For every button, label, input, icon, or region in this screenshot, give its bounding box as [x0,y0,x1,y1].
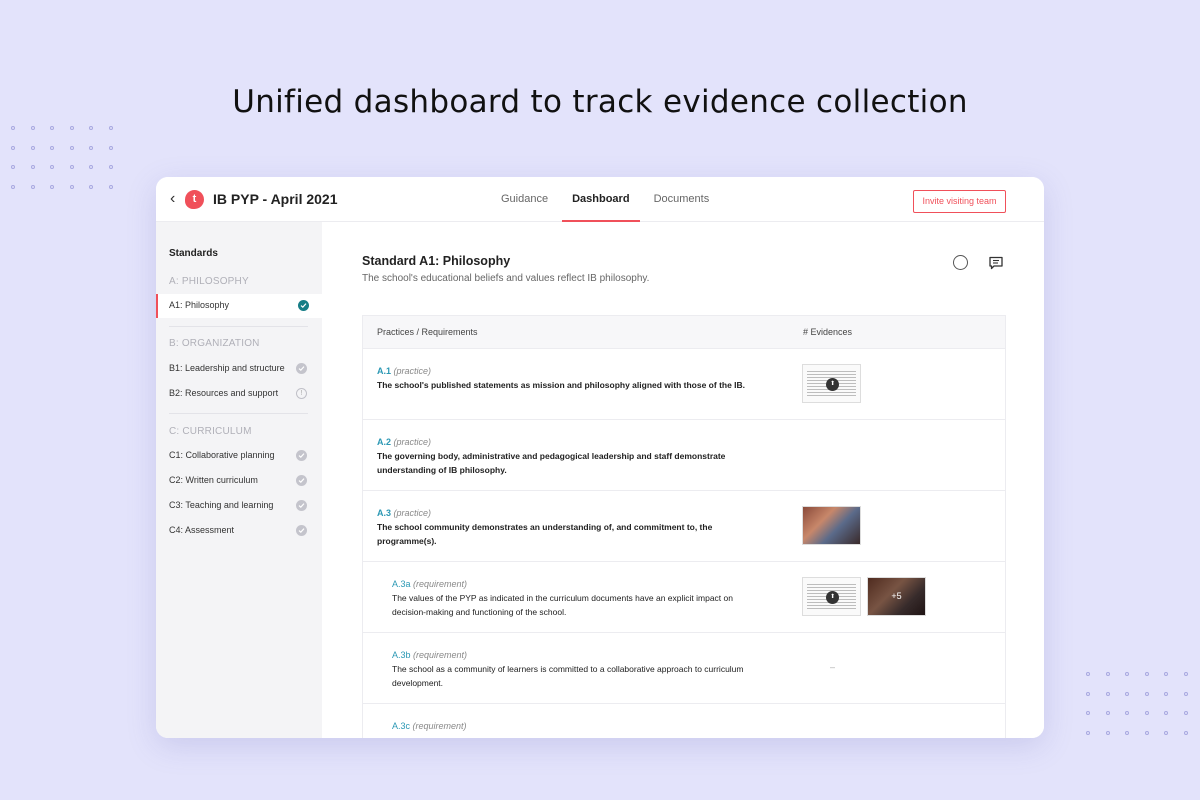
evidence-thumbnail-document[interactable]: ⬆ [802,577,861,616]
column-header-practices: Practices / Requirements [377,327,478,337]
sidebar-item-c4[interactable]: C4: Assessment [156,519,322,543]
practice-code[interactable]: A.3 (practice) [377,508,431,518]
tab-dashboard[interactable]: Dashboard [560,177,641,222]
checkmark-icon [296,363,307,374]
app-window: ‹ t IB PYP - April 2021 Guidance Dashboa… [156,177,1044,738]
standard-subtitle: The school's educational beliefs and val… [362,273,650,284]
invite-visiting-team-button[interactable]: Invite visiting team [913,190,1006,213]
requirement-code[interactable]: A.3b (requirement) [392,650,467,660]
chevron-left-icon[interactable]: ‹ [170,191,184,207]
checkmark-icon [296,475,307,486]
practice-description: The school community demonstrates an und… [377,522,713,546]
more-evidences-count: +5 [868,578,925,615]
page-headline: Unified dashboard to track evidence coll… [232,84,968,120]
requirement-description: The school as a community of learners is… [392,664,744,688]
status-circle-icon[interactable] [953,255,968,270]
standard-title: Standard A1: Philosophy [362,254,511,268]
sidebar-section-organization: B: ORGANIZATION [169,338,260,349]
sidebar-item-c3[interactable]: C3: Teaching and learning [156,494,322,518]
sidebar-item-c2[interactable]: C2: Written curriculum [156,469,322,493]
standards-sidebar: Standards A: PHILOSOPHY A1: Philosophy B… [156,222,322,738]
comment-icon[interactable] [988,255,1004,271]
decorative-dots-left [11,126,113,189]
sidebar-item-label: B1: Leadership and structure [169,363,285,373]
requirement-code[interactable]: A.3c (requirement) [392,721,467,731]
table-row[interactable]: A.3b (requirement) The school as a commu… [363,633,1005,704]
practice-code[interactable]: A.2 (practice) [377,437,431,447]
sidebar-item-a1-philosophy[interactable]: A1: Philosophy [156,294,322,318]
evidence-thumbnail-photo[interactable] [802,506,861,545]
decorative-dots-right [1086,672,1188,735]
sidebar-item-label: B2: Resources and support [169,388,279,398]
attachment-icon: ⬆ [826,378,839,391]
table-row[interactable]: A.3c (requirement) [363,704,1005,738]
practice-code[interactable]: A.1 (practice) [377,366,431,376]
tab-documents[interactable]: Documents [642,177,722,222]
evidence-thumbnail-document[interactable]: ⬆ [802,364,861,403]
app-logo: t [185,190,204,209]
column-header-evidences: # Evidences [803,327,853,337]
document-title: IB PYP - April 2021 [213,191,338,207]
sidebar-item-label: C2: Written curriculum [169,475,258,485]
sidebar-divider [169,326,308,327]
table-header: Practices / Requirements # Evidences [363,316,1005,349]
table-row[interactable]: A.3a (requirement) The values of the PYP… [363,562,1005,633]
sidebar-item-b2[interactable]: B2: Resources and support ! [156,382,322,406]
sidebar-item-label: C1: Collaborative planning [169,450,275,460]
sidebar-item-c1[interactable]: C1: Collaborative planning [156,444,322,468]
evidence-thumbnail-more[interactable]: +5 [867,577,926,616]
checkmark-icon [296,525,307,536]
sidebar-section-curriculum: C: CURRICULUM [169,426,252,437]
no-evidence-placeholder: – [830,662,836,672]
table-row[interactable]: A.2 (practice) The governing body, admin… [363,420,1005,491]
top-bar: ‹ t IB PYP - April 2021 Guidance Dashboa… [156,177,1044,222]
checkmark-icon [296,500,307,511]
tab-bar: Guidance Dashboard Documents [489,177,721,222]
practice-description: The school's published statements as mis… [377,380,746,390]
sidebar-divider [169,413,308,414]
sidebar-item-label: A1: Philosophy [169,300,230,310]
practices-table: Practices / Requirements # Evidences A.1… [362,315,1006,738]
requirement-description: The values of the PYP as indicated in th… [392,593,733,617]
sidebar-title: Standards [169,248,218,259]
main-panel: Standard A1: Philosophy The school's edu… [322,222,1044,738]
sidebar-section-philosophy: A: PHILOSOPHY [169,276,249,287]
sidebar-item-label: C4: Assessment [169,525,235,535]
requirement-code[interactable]: A.3a (requirement) [392,579,467,589]
sidebar-item-b1[interactable]: B1: Leadership and structure [156,357,322,381]
info-icon: ! [296,388,307,399]
tab-guidance[interactable]: Guidance [489,177,560,222]
table-row[interactable]: A.1 (practice) The school's published st… [363,349,1005,420]
table-row[interactable]: A.3 (practice) The school community demo… [363,491,1005,562]
attachment-icon: ⬆ [826,591,839,604]
checkmark-icon [298,300,309,311]
sidebar-item-label: C3: Teaching and learning [169,500,274,510]
practice-description: The governing body, administrative and p… [377,451,726,475]
checkmark-icon [296,450,307,461]
